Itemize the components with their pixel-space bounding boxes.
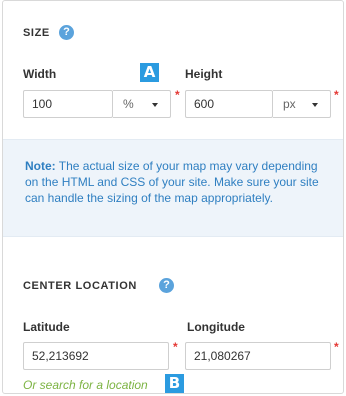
chevron-down-icon: [312, 103, 318, 107]
height-unit-select[interactable]: px: [273, 90, 331, 118]
latitude-input[interactable]: 52,213692: [23, 342, 169, 370]
height-required-mark: *: [334, 88, 339, 102]
size-note-box: Note: The actual size of your map may va…: [3, 139, 343, 237]
center-location-section-title: CENTER LOCATION: [23, 280, 137, 292]
chevron-down-icon: [152, 103, 158, 107]
width-required-mark: *: [175, 88, 180, 102]
note-bold-label: Note:: [25, 159, 56, 173]
latitude-required-mark: *: [173, 340, 178, 354]
height-unit-value: px: [283, 97, 296, 111]
search-location-link[interactable]: Or search for a location: [23, 378, 148, 392]
size-note-text: Note: The actual size of your map may va…: [25, 158, 325, 206]
annotation-badge-b: B: [165, 374, 184, 393]
annotation-badge-a: A: [140, 63, 159, 82]
note-body: The actual size of your map may vary dep…: [25, 159, 319, 205]
width-unit-select[interactable]: %: [113, 90, 171, 118]
latitude-label: Latitude: [23, 320, 70, 334]
longitude-label: Longitude: [187, 320, 245, 334]
width-input[interactable]: 100: [23, 90, 113, 118]
map-settings-panel: SIZE ? Width A Height 100 % * 600 px * N…: [2, 0, 344, 394]
width-label: Width: [23, 67, 57, 81]
size-section-title: SIZE: [23, 27, 50, 39]
height-input[interactable]: 600: [185, 90, 273, 118]
longitude-required-mark: *: [334, 340, 339, 354]
width-unit-value: %: [123, 97, 134, 111]
height-label: Height: [185, 67, 223, 81]
center-location-help-icon[interactable]: ?: [159, 278, 174, 293]
size-help-icon[interactable]: ?: [59, 25, 74, 40]
longitude-input[interactable]: 21,080267: [185, 342, 331, 370]
